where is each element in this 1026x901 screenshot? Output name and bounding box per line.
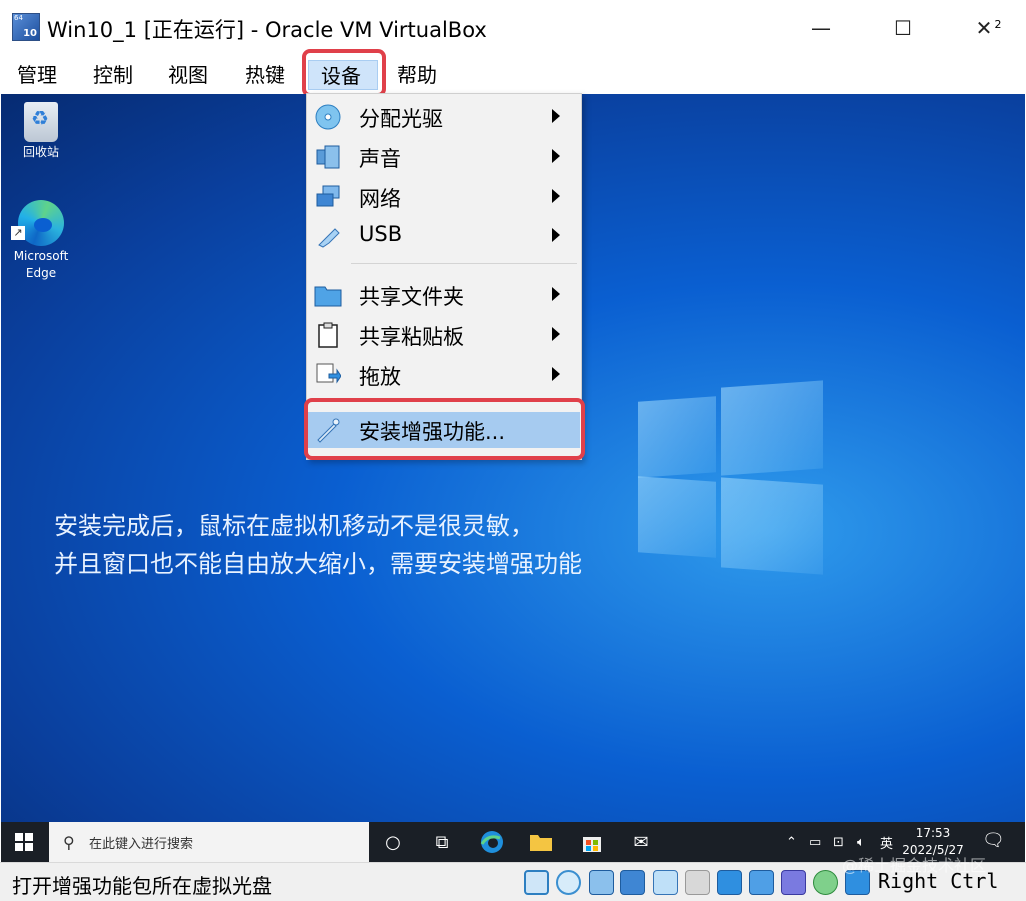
file-explorer-icon[interactable]	[527, 828, 555, 856]
dropdown-item-label: 共享粘贴板	[359, 325, 464, 349]
menu-view[interactable]: 视图	[168, 60, 208, 90]
desktop-icon-recycle-bin[interactable]: 回收站	[6, 102, 76, 161]
menu-hotkeys[interactable]: 热键	[245, 60, 285, 90]
menu-help[interactable]: 帮助	[397, 60, 437, 90]
menu-manage[interactable]: 管理	[17, 60, 57, 90]
submenu-arrow-icon	[552, 228, 560, 242]
title-bar: 64 10 Win10_1 [正在运行] - Oracle VM Virtual…	[0, 0, 1026, 56]
shortcut-arrow-icon: ↗	[11, 226, 25, 240]
dropdown-item-network[interactable]: 网络	[308, 179, 580, 215]
search-placeholder: 在此键入进行搜索	[89, 837, 194, 852]
annotation-line-1: 安装完成后，鼠标在虚拟机移动不是很灵敏，	[54, 512, 534, 540]
search-icon: ⚲	[63, 833, 75, 852]
submenu-arrow-icon	[552, 327, 560, 341]
dropdown-item-usb[interactable]: USB	[308, 218, 580, 254]
submenu-arrow-icon	[552, 149, 560, 163]
battery-icon[interactable]: ▭	[809, 822, 821, 862]
virtualization-status-icon[interactable]	[781, 870, 806, 895]
hard-disk-status-icon[interactable]	[524, 870, 549, 895]
audio-icon	[314, 144, 342, 170]
watermark-text: @稀土掘金技术社区	[842, 856, 987, 875]
dropdown-item-label: 拖放	[359, 365, 401, 389]
windows-logo-pane	[638, 476, 716, 558]
notification-count-badge: 2	[990, 17, 1006, 33]
windows-start-icon[interactable]	[15, 833, 33, 851]
notification-center-icon[interactable]: 🗨︎	[982, 830, 1006, 854]
display-status-icon[interactable]	[717, 870, 742, 895]
drag-drop-icon	[314, 362, 342, 388]
clipboard-icon	[314, 322, 342, 348]
mouse-integration-status-icon[interactable]	[813, 870, 838, 895]
recycle-bin-icon	[24, 102, 58, 142]
shared-folders-status-icon[interactable]	[685, 870, 710, 895]
shared-folder-icon	[314, 282, 342, 308]
window-title: Win10_1 [正在运行] - Oracle VM VirtualBox	[47, 18, 487, 42]
dropdown-separator	[351, 263, 577, 264]
virtualbox-app-icon[interactable]: 64 10	[12, 13, 40, 41]
optical-disc-icon	[314, 104, 342, 130]
submenu-arrow-icon	[552, 367, 560, 381]
windows-logo-pane	[721, 380, 823, 476]
dropdown-item-label: USB	[359, 222, 403, 246]
annotation-line-2: 并且窗口也不能自由放大缩小，需要安装增强功能	[54, 550, 582, 578]
recording-status-icon[interactable]	[749, 870, 774, 895]
desktop-icon-label: 回收站	[22, 145, 59, 159]
usb-icon	[314, 223, 342, 249]
dropdown-item-label: 分配光驱	[359, 107, 443, 131]
task-view-icon[interactable]: ⧉	[428, 828, 456, 856]
dropdown-item-label: 网络	[359, 187, 401, 211]
submenu-arrow-icon	[552, 287, 560, 301]
dropdown-item-drag-drop[interactable]: 拖放	[308, 357, 580, 393]
dropdown-item-optical-drives[interactable]: 分配光驱	[308, 99, 580, 135]
mail-icon[interactable]: ✉	[627, 828, 655, 856]
dropdown-item-shared-clipboard[interactable]: 共享粘贴板	[308, 317, 580, 353]
tray-overflow-chevron-icon[interactable]: ⌃	[786, 822, 797, 862]
app-icon-bottom-text: 10	[23, 28, 37, 39]
desktop-icon-edge[interactable]: Microsoft Edge	[6, 200, 76, 282]
windows-logo-pane	[721, 477, 823, 575]
minimize-button[interactable]: —	[798, 10, 844, 46]
usb-status-icon[interactable]	[653, 870, 678, 895]
optical-drive-status-icon[interactable]	[556, 870, 581, 895]
desktop-icon-label: Microsoft Edge	[13, 249, 69, 280]
menu-bar: 管理 控制 视图 热键 设备 帮助	[0, 56, 1026, 94]
audio-status-icon[interactable]	[589, 870, 614, 895]
clock-time: 17:53	[915, 826, 951, 840]
app-icon-top-text: 64	[14, 14, 23, 22]
install-item-highlight-outline	[304, 398, 585, 460]
submenu-arrow-icon	[552, 109, 560, 123]
submenu-arrow-icon	[552, 189, 560, 203]
cortana-icon[interactable]: ○	[379, 828, 407, 856]
store-icon[interactable]	[578, 828, 606, 856]
status-message: 打开增强功能包所在虚拟光盘	[12, 874, 272, 898]
menu-control[interactable]: 控制	[93, 60, 133, 90]
dropdown-item-label: 声音	[359, 147, 401, 171]
edge-taskbar-icon[interactable]	[478, 828, 506, 856]
taskbar-search-box[interactable]: ⚲ 在此键入进行搜索	[49, 822, 369, 862]
devices-menu-highlight-outline	[302, 49, 386, 97]
network-status-icon[interactable]	[620, 870, 645, 895]
dropdown-item-audio[interactable]: 声音	[308, 139, 580, 175]
maximize-button[interactable]: ☐	[880, 10, 926, 46]
dropdown-item-label: 共享文件夹	[359, 285, 464, 309]
dropdown-item-shared-folders[interactable]: 共享文件夹	[308, 277, 580, 313]
network-icon	[314, 184, 342, 210]
windows-logo-pane	[638, 396, 716, 478]
